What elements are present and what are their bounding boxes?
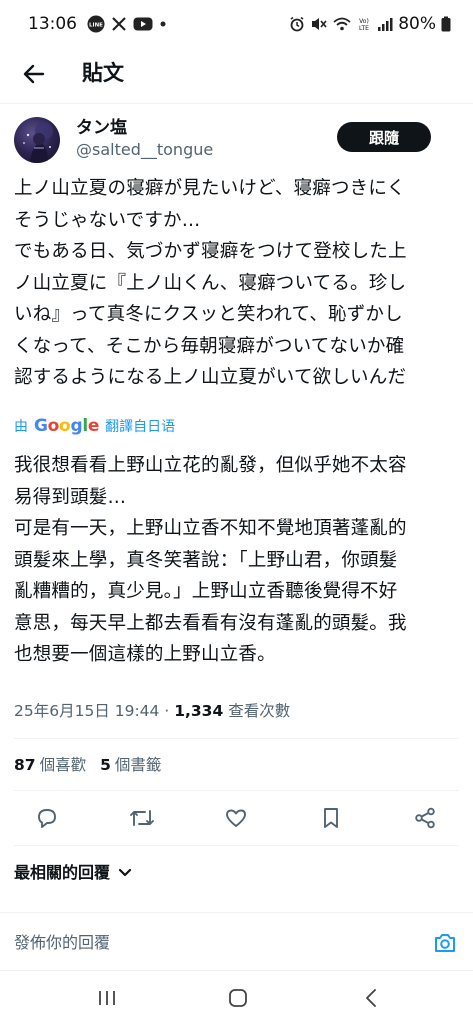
tweet-text: 上ノ山立夏の寝癖が見たいけど、寝癖つきにく そうじゃないですか… でもある日、気… <box>14 178 407 388</box>
share-icon <box>415 807 435 829</box>
chevron-down-icon <box>118 868 132 877</box>
reply-button[interactable] <box>31 802 63 834</box>
notification-dot-icon <box>159 20 167 28</box>
status-right: Vo) LTE 80% <box>289 14 451 34</box>
volte-icon: Vo) LTE <box>356 16 372 32</box>
replies-sort-dropdown[interactable]: 最相關的回覆 <box>14 862 132 884</box>
meta-separator: · <box>164 702 170 720</box>
home-icon <box>229 989 247 1007</box>
translate-prefix: 由 <box>14 419 28 435</box>
retweet-icon <box>130 810 154 826</box>
tweet-date[interactable]: 25年6月15日 19:44 <box>14 702 159 720</box>
back-arrow-icon <box>23 64 45 84</box>
back-nav-button[interactable] <box>356 985 386 1011</box>
signal-icon <box>377 17 393 31</box>
alarm-icon <box>289 16 305 32</box>
views-count: 1,334 <box>174 702 224 720</box>
translate-label: 翻譯自日语 <box>105 419 176 435</box>
status-left: 13:06 LINE <box>28 14 167 34</box>
author-name[interactable]: タン塩 <box>76 117 127 139</box>
camera-button[interactable] <box>430 928 460 958</box>
translation-attribution[interactable]: 由 Google 翻譯自日语 <box>14 415 175 437</box>
reply-input[interactable]: 發佈你的回覆 <box>14 932 110 954</box>
back-button[interactable] <box>18 58 50 90</box>
page-title: 貼文 <box>82 61 124 85</box>
views-label: 查看次數 <box>228 702 291 720</box>
wifi-icon <box>333 16 351 32</box>
reply-icon <box>38 809 56 828</box>
divider <box>14 845 459 846</box>
mute-icon <box>310 16 328 32</box>
bookmarks-count: 5 <box>100 756 111 774</box>
share-button[interactable] <box>409 802 441 834</box>
follow-button[interactable]: 跟隨 <box>337 122 431 152</box>
home-button[interactable] <box>223 985 253 1011</box>
author-handle[interactable]: @salted__tongue <box>76 139 213 161</box>
svg-text:LINE: LINE <box>89 23 103 29</box>
reply-composer[interactable]: 發佈你的回覆 <box>0 912 473 970</box>
divider <box>14 790 459 791</box>
replies-sort-label: 最相關的回覆 <box>14 863 111 882</box>
bookmarks-stat[interactable]: 5 個書籤 <box>100 754 161 776</box>
svg-text:Vo): Vo) <box>359 18 369 25</box>
x-app-icon <box>111 16 127 32</box>
likes-count: 87 <box>14 756 36 774</box>
top-app-bar: 貼文 <box>0 48 473 100</box>
bookmark-icon <box>324 808 338 828</box>
heart-icon <box>226 809 246 827</box>
battery-icon <box>441 16 451 32</box>
like-button[interactable] <box>220 802 252 834</box>
divider <box>14 738 459 739</box>
tweet-detail-screen: 13:06 LINE Vo) LTE 80% 貼文 タン塩 @salted__t… <box>0 0 473 1024</box>
translated-text: 我很想看看上野山立花的亂發，但似乎她不太容 易得到頭髮… 可是有一天，上野山立香… <box>14 455 407 665</box>
recents-icon <box>99 991 115 1005</box>
chevron-left-icon <box>366 989 376 1007</box>
google-logo: Google <box>34 416 100 436</box>
bookmark-button[interactable] <box>315 802 347 834</box>
avatar[interactable] <box>14 117 60 163</box>
avatar-illustration <box>23 122 53 163</box>
system-nav-bar <box>0 970 473 1024</box>
bookmarks-label: 個書籤 <box>114 756 162 774</box>
recents-button[interactable] <box>92 985 122 1011</box>
battery-text: 80% <box>398 14 436 34</box>
likes-stat[interactable]: 87 個喜歡 <box>14 754 86 776</box>
svg-text:LTE: LTE <box>359 25 369 32</box>
tweet-meta: 25年6月15日 19:44 · 1,334 查看次數 <box>14 700 290 722</box>
retweet-button[interactable] <box>126 802 158 834</box>
youtube-app-icon <box>133 16 153 32</box>
tweet-author: タン塩 @salted__tongue 跟隨 <box>14 115 464 171</box>
header-divider <box>0 103 473 104</box>
likes-label: 個喜歡 <box>39 756 87 774</box>
line-app-icon: LINE <box>87 15 105 33</box>
status-time: 13:06 <box>28 14 77 34</box>
status-bar: 13:06 LINE Vo) LTE 80% <box>0 0 473 48</box>
tweet-stats: 87 個喜歡 5 個書籤 <box>14 754 161 776</box>
tweet-actions <box>0 798 473 838</box>
camera-icon <box>435 934 455 952</box>
